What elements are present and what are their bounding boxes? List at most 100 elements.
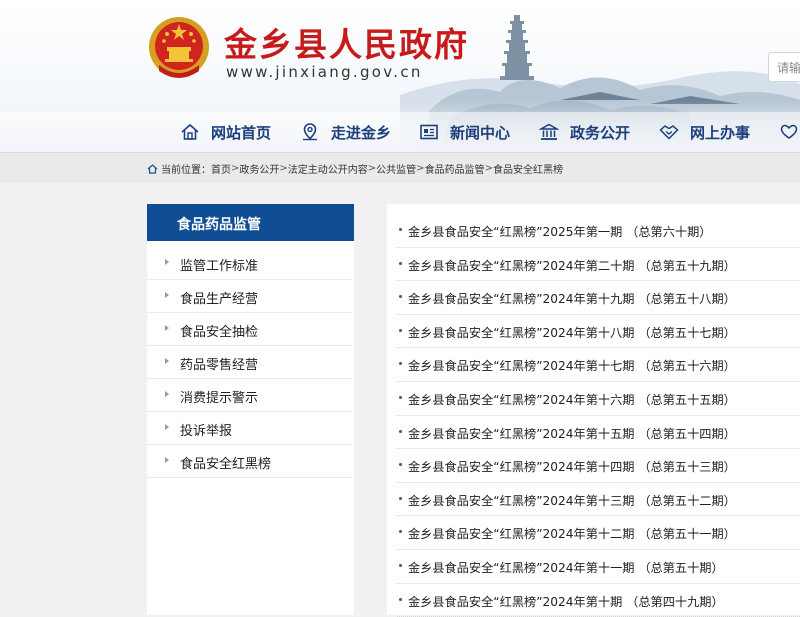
sidebar-item[interactable]: 消费提示警示 [147,379,354,412]
article-list: 金乡县食品安全“红黑榜”2025年第一期 （总第六十期） 金乡县食品安全“红黑榜… [387,214,800,617]
bullet-icon [399,530,402,534]
site-url: www.jinxiang.gov.cn [226,63,423,81]
sidebar-item[interactable]: 食品安全红黑榜 [147,445,354,478]
list-item[interactable]: 金乡县食品安全“红黑榜”2024年第十一期 （总第五十期） [387,550,800,584]
sidebar-menu: 监管工作标准 食品生产经营 食品安全抽检 药品零售经营 消费提示警示 投诉举报 … [147,247,354,478]
bullet-icon [399,228,402,231]
chevron-right-icon [165,325,169,331]
chevron-right-icon [165,358,169,364]
sidebar-item[interactable]: 投诉举报 [147,412,354,445]
nav-item-gov-affairs[interactable]: 政务公开 [539,120,630,144]
breadcrumb-separator: > [484,163,493,174]
list-item-title: 金乡县食品安全“红黑榜”2024年第十期 （总第四十九期） [408,594,724,609]
sidebar-item-label: 投诉举报 [180,424,233,439]
list-item-title: 金乡县食品安全“红黑榜”2024年第十三期 （总第五十二期） [408,493,736,508]
breadcrumb-link[interactable]: 公共监管 [376,161,416,176]
national-emblem-logo [149,17,209,78]
breadcrumb-separator: > [231,163,240,174]
nav-label: 政务公开 [570,123,631,142]
breadcrumb-bar: 当前位置： 首页 > 政务公开 > 法定主动公开内容 > 公共监管 > 食品药品… [0,152,800,183]
breadcrumb: 当前位置： 首页 > 政务公开 > 法定主动公开内容 > 公共监管 > 食品药品… [147,161,563,176]
chevron-right-icon [165,457,169,463]
nav-item-online-services[interactable]: 网上办事 [659,120,750,144]
nav-item-about[interactable]: 走进金乡 [300,120,391,144]
chevron-right-icon [165,424,169,430]
list-item-title: 金乡县食品安全“红黑榜”2024年第二十期 （总第五十九期） [408,258,736,273]
site-header: 金乡县人民政府 www.jinxiang.gov.cn 请输入 网站首页 走进金… [0,0,800,152]
sidebar-item[interactable]: 监管工作标准 [147,247,354,280]
list-item[interactable]: 金乡县食品安全“红黑榜”2024年第十九期 （总第五十八期） [387,281,800,315]
bullet-icon [399,328,402,332]
government-building-icon [539,123,559,140]
chevron-right-icon [165,292,169,298]
bullet-icon [399,496,402,500]
list-item[interactable]: 金乡县食品安全“红黑榜”2024年第十二期 （总第五十一期） [387,516,800,550]
breadcrumb-link[interactable]: 食品药品监管 [425,161,485,176]
home-icon [181,123,199,140]
sidebar-item-label: 食品安全红黑榜 [180,457,272,472]
newspaper-icon [420,124,438,140]
chevron-right-icon [165,391,169,397]
bullet-icon [399,295,402,299]
heart-hands-icon [780,124,798,139]
chevron-right-icon [165,259,169,265]
nav-item-news[interactable]: 新闻中心 [419,120,510,144]
bullet-icon [399,395,402,399]
breadcrumb-separator: > [367,163,377,174]
breadcrumb-separator: > [279,163,288,174]
sidebar-item[interactable]: 食品生产经营 [147,280,354,313]
list-item-title: 金乡县食品安全“红黑榜”2024年第十四期 （总第五十三期） [408,460,736,475]
list-item[interactable]: 金乡县食品安全“红黑榜”2024年第十五期 （总第五十四期） [387,416,800,450]
breadcrumb-separator: > [416,163,425,174]
bullet-icon [399,261,402,265]
breadcrumb-link[interactable]: 法定主动公开内容 [288,161,368,176]
sidebar-item[interactable]: 药品零售经营 [147,346,354,379]
sidebar-item[interactable]: 食品安全抽检 [147,313,354,346]
location-pin-icon [303,123,317,141]
bullet-icon [399,563,402,567]
list-item[interactable]: 金乡县食品安全“红黑榜”2024年第十七期 （总第五十六期） [387,348,800,382]
list-item-title: 金乡县食品安全“红黑榜”2024年第十一期 （总第五十期） [408,560,724,575]
list-item-title: 金乡县食品安全“红黑榜”2024年第十六期 （总第五十五期） [408,392,736,407]
nav-item-more[interactable] [779,120,800,144]
nav-label: 新闻中心 [450,123,511,142]
sidebar-item-label: 监管工作标准 [180,259,259,274]
sidebar-title: 食品药品监管 [147,204,354,241]
search-input[interactable]: 请输入 [768,52,800,82]
bullet-icon [399,362,402,366]
list-item-title: 金乡县食品安全“红黑榜”2024年第十二期 （总第五十一期） [408,527,736,542]
list-item[interactable]: 金乡县食品安全“红黑榜”2024年第十期 （总第四十九期） [387,584,800,617]
list-item-title: 金乡县食品安全“红黑榜”2024年第十七期 （总第五十六期） [408,359,736,374]
sidebar: 食品药品监管 监管工作标准 食品生产经营 食品安全抽检 药品零售经营 消费提示警… [147,204,354,615]
sidebar-item-label: 药品零售经营 [180,358,259,373]
breadcrumb-link[interactable]: 首页 [211,161,231,176]
list-item[interactable]: 金乡县食品安全“红黑榜”2025年第一期 （总第六十期） [387,214,800,248]
list-item[interactable]: 金乡县食品安全“红黑榜”2024年第十三期 （总第五十二期） [387,483,800,517]
nav-item-home[interactable]: 网站首页 [180,120,271,144]
list-item-title: 金乡县食品安全“红黑榜”2024年第十五期 （总第五十四期） [408,426,736,441]
list-item[interactable]: 金乡县食品安全“红黑榜”2024年第十六期 （总第五十五期） [387,382,800,416]
bullet-icon [399,429,402,433]
site-title: 金乡县人民政府 [224,25,469,64]
article-list-panel: 金乡县食品安全“红黑榜”2025年第一期 （总第六十期） 金乡县食品安全“红黑榜… [387,204,800,617]
sidebar-item-label: 食品生产经营 [180,292,259,307]
handshake-icon [659,125,679,140]
breadcrumb-prefix: 当前位置： [161,165,211,176]
bullet-icon [399,597,402,601]
nav-label: 网上办事 [690,123,751,142]
nav-label: 网站首页 [211,123,272,142]
main-nav: 网站首页 走进金乡 新闻中心 政务公开 网上办事 [0,114,800,150]
list-item-title: 金乡县食品安全“红黑榜”2025年第一期 （总第六十期） [408,225,712,239]
list-item[interactable]: 金乡县食品安全“红黑榜”2024年第十八期 （总第五十七期） [387,315,800,349]
list-item-title: 金乡县食品安全“红黑榜”2024年第十八期 （总第五十七期） [408,325,736,340]
list-item-title: 金乡县食品安全“红黑榜”2024年第十九期 （总第五十八期） [408,292,736,307]
list-item[interactable]: 金乡县食品安全“红黑榜”2024年第二十期 （总第五十九期） [387,248,800,282]
home-icon [147,163,158,174]
bullet-icon [399,463,402,467]
breadcrumb-link-current[interactable]: 食品安全红黑榜 [493,161,563,176]
sidebar-item-label: 消费提示警示 [180,391,259,406]
nav-label: 走进金乡 [331,123,392,142]
list-item[interactable]: 金乡县食品安全“红黑榜”2024年第十四期 （总第五十三期） [387,449,800,483]
sidebar-item-label: 食品安全抽检 [180,325,259,340]
breadcrumb-link[interactable]: 政务公开 [239,161,279,176]
